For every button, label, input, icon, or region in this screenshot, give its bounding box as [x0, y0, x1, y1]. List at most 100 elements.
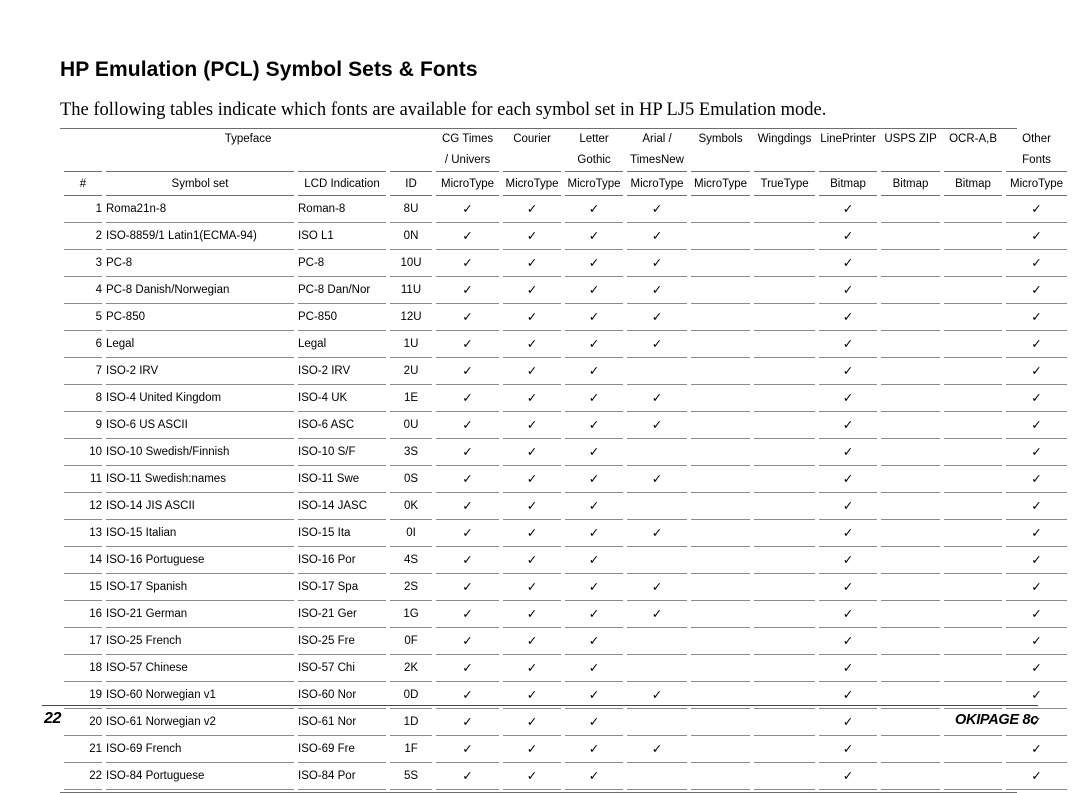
checkmark-icon: ✓ [651, 283, 663, 297]
column-subheader-wingdings: TrueType [754, 171, 816, 196]
column-header-ocrab-line2 [944, 150, 1002, 171]
cell-wingdings [754, 412, 816, 439]
checkmark-icon: ✓ [526, 229, 538, 243]
cell-uspszip [881, 250, 941, 277]
cell-courier: ✓ [503, 412, 562, 439]
checkmark-icon: ✓ [842, 742, 854, 756]
table-row: 13 ISO-15 Italian ISO-15 Ita 0I ✓ ✓ ✓ ✓ ✓ ✓ [64, 520, 1068, 547]
cell-ocrab [944, 493, 1003, 520]
checkmark-icon: ✓ [462, 418, 473, 432]
cell-symbol-set: ISO-25 French [106, 628, 294, 655]
cell-lettergothic: ✓ [565, 520, 624, 547]
cell-symbol-set: ISO-21 German [106, 601, 294, 628]
cell-symbols [691, 304, 751, 331]
cell-otherfonts: ✓ [1006, 655, 1068, 682]
checkmark-icon: ✓ [462, 229, 473, 243]
footer-page-number: 22 [44, 710, 61, 727]
cell-courier: ✓ [503, 196, 562, 223]
cell-arial: ✓ [627, 466, 688, 493]
checkmark-icon: ✓ [462, 445, 473, 459]
cell-symbol-set: ISO-69 French [106, 736, 294, 763]
cell-wingdings [754, 223, 816, 250]
cell-symbol-set: ISO-84 Portuguese [106, 763, 294, 790]
cell-ocrab [944, 223, 1003, 250]
column-header-otherfonts-line1: Other [1022, 133, 1051, 145]
cell-lettergothic: ✓ [565, 628, 624, 655]
checkmark-icon: ✓ [1031, 283, 1042, 297]
row-index: 17 [64, 628, 102, 655]
cell-ocrab [944, 520, 1003, 547]
checkmark-icon: ✓ [526, 769, 538, 783]
checkmark-icon: ✓ [1031, 445, 1042, 459]
header-row-line2: / Univers Gothic TimesNew Fonts [64, 150, 1067, 171]
cell-lcd-indication: ISO-84 Por [298, 763, 386, 790]
cell-id: 5S [390, 763, 433, 790]
cell-arial: ✓ [627, 304, 688, 331]
cell-id: 0F [390, 628, 433, 655]
checkmark-icon: ✓ [651, 256, 663, 270]
cell-arial: ✓ [627, 520, 688, 547]
cell-courier: ✓ [503, 547, 562, 574]
cell-ocrab [944, 736, 1003, 763]
cell-lettergothic: ✓ [565, 304, 624, 331]
checkmark-icon: ✓ [526, 283, 538, 297]
cell-symbols [691, 223, 751, 250]
cell-id: 1F [390, 736, 433, 763]
cell-lettergothic: ✓ [565, 466, 624, 493]
cell-lettergothic: ✓ [565, 358, 624, 385]
cell-courier: ✓ [503, 223, 562, 250]
cell-lettergothic: ✓ [565, 196, 624, 223]
checkmark-icon: ✓ [1031, 607, 1042, 621]
column-subheader-lineprinter: Bitmap [819, 171, 878, 196]
page-title: HP Emulation (PCL) Symbol Sets & Fonts [60, 58, 478, 81]
column-subheader-lcd: LCD Indication [298, 171, 386, 196]
column-header-lineprinter-line1: LinePrinter [820, 133, 876, 145]
checkmark-icon: ✓ [462, 310, 473, 324]
cell-lettergothic: ✓ [565, 385, 624, 412]
column-header-wingdings-line2 [754, 150, 815, 171]
column-header-lcd-line2 [298, 150, 386, 171]
cell-lettergothic: ✓ [565, 736, 624, 763]
cell-symbols [691, 520, 751, 547]
cell-wingdings [754, 601, 816, 628]
cell-wingdings [754, 628, 816, 655]
cell-lineprinter: ✓ [819, 709, 878, 736]
cell-arial: ✓ [627, 574, 688, 601]
checkmark-icon: ✓ [462, 742, 473, 756]
checkmark-icon: ✓ [651, 418, 663, 432]
cell-symbols [691, 547, 751, 574]
footer-product-name: OKIPAGE 8c [955, 712, 1038, 728]
row-index: 9 [64, 412, 102, 439]
table-row: 20 ISO-61 Norwegian v2 ISO-61 Nor 1D ✓ ✓ ✓ ✓ ✓ [64, 709, 1068, 736]
cell-cgtimes: ✓ [436, 574, 500, 601]
cell-symbols [691, 601, 751, 628]
cell-id: 1G [390, 601, 433, 628]
checkmark-icon: ✓ [651, 310, 663, 324]
cell-symbol-set: PC-8 [106, 250, 294, 277]
cell-arial: ✓ [627, 223, 688, 250]
cell-lineprinter: ✓ [819, 223, 878, 250]
cell-ocrab [944, 196, 1003, 223]
cell-lettergothic: ✓ [565, 709, 624, 736]
cell-cgtimes: ✓ [436, 304, 500, 331]
checkmark-icon: ✓ [1031, 391, 1042, 405]
checkmark-icon: ✓ [526, 499, 538, 513]
checkmark-icon: ✓ [526, 661, 538, 675]
checkmark-icon: ✓ [1031, 499, 1042, 513]
cell-courier: ✓ [503, 493, 562, 520]
checkmark-icon: ✓ [588, 202, 600, 216]
cell-uspszip [881, 223, 941, 250]
column-subheader-arial: MicroType [627, 171, 688, 196]
row-index: 16 [64, 601, 102, 628]
column-subheader-otherfonts: MicroType [1006, 171, 1068, 196]
checkmark-icon: ✓ [1031, 688, 1042, 702]
cell-id: 3S [390, 439, 433, 466]
cell-otherfonts: ✓ [1006, 304, 1068, 331]
cell-arial: ✓ [627, 277, 688, 304]
checkmark-icon: ✓ [651, 688, 663, 702]
cell-symbols [691, 493, 751, 520]
column-header-cgtimes-line1: CG Times [441, 133, 494, 145]
cell-wingdings [754, 331, 816, 358]
cell-uspszip [881, 331, 941, 358]
cell-ocrab [944, 250, 1003, 277]
